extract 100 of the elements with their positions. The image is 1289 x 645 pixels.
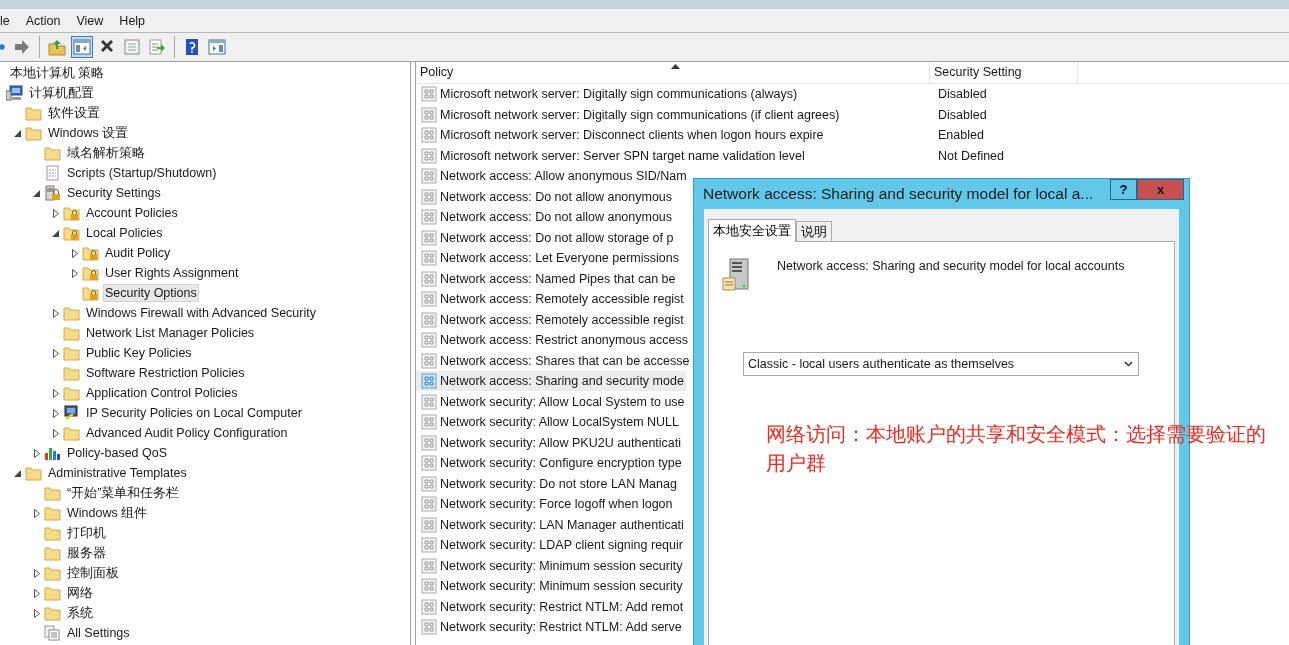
tree-item[interactable]: Audit Policy <box>103 244 173 262</box>
tree-item[interactable]: 域名解析策略 <box>65 142 147 164</box>
folder-icon <box>44 585 61 601</box>
table-row[interactable]: Network security: Do not store LAN Manag <box>416 473 679 494</box>
expand-icon[interactable] <box>52 428 61 438</box>
show-hide-tree-button[interactable] <box>71 36 93 58</box>
pane-icon <box>208 38 226 56</box>
settings-list-icon <box>44 625 61 641</box>
policy-icon <box>421 86 437 103</box>
expand-icon[interactable] <box>33 588 42 598</box>
tree-item[interactable]: Application Control Policies <box>84 384 240 402</box>
folder-icon <box>25 105 42 121</box>
table-row[interactable]: Network security: Minimum session security <box>416 555 685 576</box>
tree-item[interactable]: All Settings <box>65 624 132 642</box>
folder-icon <box>44 505 61 521</box>
expand-icon[interactable] <box>52 208 61 218</box>
collapse-icon[interactable] <box>14 468 23 478</box>
collapse-icon[interactable] <box>52 228 61 238</box>
tree-item[interactable]: IP Security Policies on Local Computer <box>84 404 304 422</box>
table-row[interactable]: Network security: Configure encryption type <box>416 453 684 474</box>
table-row[interactable]: Network access: Do not allow storage of p <box>416 227 676 248</box>
collapse-icon[interactable] <box>33 188 42 198</box>
table-row[interactable]: Network security: Restrict NTLM: Add remot <box>416 596 686 617</box>
table-row[interactable]: Microsoft network server: Digitally sign communications (always) <box>416 84 800 105</box>
expand-icon[interactable] <box>52 408 61 418</box>
expand-icon[interactable] <box>71 268 80 278</box>
tree-item[interactable]: Scripts (Startup/Shutdown) <box>65 164 219 182</box>
table-row[interactable]: Network security: Allow PKU2U authenticati <box>416 432 684 453</box>
expand-icon[interactable] <box>33 508 42 518</box>
tab[interactable]: 说明 <box>796 221 832 241</box>
table-row[interactable]: Microsoft network server: Server SPN target name validation level <box>416 145 807 166</box>
locked-folder-icon <box>63 205 80 221</box>
tree-root-item[interactable]: 本地计算机 策略 <box>8 62 107 84</box>
table-row[interactable]: Network access: Named Pipes that can be <box>416 268 678 289</box>
tree-item[interactable]: Public Key Policies <box>84 344 194 362</box>
tree-item[interactable]: Administrative Templates <box>46 464 189 482</box>
table-row[interactable]: Network access: Sharing and security mode <box>416 371 686 392</box>
close-button[interactable]: x <box>1137 179 1184 200</box>
table-row[interactable]: Network security: Minimum session security <box>416 576 685 597</box>
tree-item[interactable]: Windows 设置 <box>46 122 131 144</box>
table-row[interactable]: Network security: Allow LocalSystem NULL <box>416 412 681 433</box>
table-row[interactable]: Network security: Force logoff when logon <box>416 494 675 515</box>
collapse-icon[interactable] <box>14 128 23 138</box>
menu-item[interactable]: View <box>68 13 112 28</box>
tree-item[interactable]: Advanced Audit Policy Configuration <box>84 424 290 442</box>
menu-item[interactable]: Help <box>111 13 154 28</box>
expand-icon[interactable] <box>52 388 61 398</box>
tree-item[interactable]: Windows 组件 <box>65 502 150 524</box>
tree-item[interactable]: 系统 <box>65 602 95 624</box>
table-row[interactable]: Network access: Do not allow anonymous <box>416 207 675 228</box>
pane-icon <box>73 38 91 56</box>
expand-icon[interactable] <box>33 568 42 578</box>
table-row[interactable]: Network access: Allow anonymous SID/Nam <box>416 166 689 187</box>
table-row[interactable]: Network security: Allow Local System to use <box>416 391 687 412</box>
table-row[interactable]: Network access: Let Everyone permissions <box>416 248 681 269</box>
tree-item[interactable]: 网络 <box>65 582 95 604</box>
menu-item[interactable]: Action <box>17 13 69 28</box>
policy-icon <box>421 475 437 492</box>
table-row[interactable]: Network security: LDAP client signing requir <box>416 535 685 556</box>
menu-item[interactable]: le <box>0 13 18 28</box>
table-cell-text: Disabled <box>937 107 988 122</box>
tree-item[interactable]: Windows Firewall with Advanced Security <box>84 304 318 322</box>
table-row[interactable]: Network access: Shares that can be accesse <box>416 350 692 371</box>
table-row[interactable]: Network security: Restrict NTLM: Add serve <box>416 617 684 638</box>
help-button[interactable]: ? <box>1110 179 1137 200</box>
table-row[interactable]: Microsoft network server: Digitally sign communications (if client agrees) <box>416 104 842 125</box>
tree-item[interactable]: 打印机 <box>65 522 108 544</box>
table-row[interactable]: Network access: Restrict anonymous access <box>416 330 690 351</box>
expand-icon[interactable] <box>52 308 61 318</box>
tree-item[interactable]: Policy-based QoS <box>65 444 170 462</box>
expand-icon[interactable] <box>52 348 61 358</box>
tree-item[interactable]: Security Options <box>103 284 199 302</box>
table-row[interactable]: Microsoft network server: Disconnect clients when logon hours expire <box>416 125 826 146</box>
export-list-button[interactable] <box>146 36 168 58</box>
tree-item[interactable]: 控制面板 <box>65 562 121 584</box>
expand-icon[interactable] <box>33 448 42 458</box>
expand-icon[interactable] <box>33 608 42 618</box>
tree-item[interactable]: Software Restriction Policies <box>84 364 247 382</box>
tree-item[interactable]: User Rights Assignment <box>103 264 241 282</box>
tree-item[interactable]: Account Policies <box>84 204 180 222</box>
table-row[interactable]: Network security: LAN Manager authenticati <box>416 514 686 535</box>
tree-item[interactable]: Network List Manager Policies <box>84 324 257 342</box>
tab[interactable]: 本地安全设置 <box>708 219 796 242</box>
folder-up-icon <box>48 38 66 56</box>
show-hide-pane-button[interactable] <box>206 36 228 58</box>
table-row[interactable]: Network access: Remotely accessible regist <box>416 309 686 330</box>
tree-item[interactable]: 服务器 <box>65 542 108 564</box>
tree-item[interactable]: Security Settings <box>65 184 163 202</box>
dropdown[interactable]: Classic - local users authenticate as themselves <box>743 352 1139 376</box>
tree-item[interactable]: 软件设置 <box>46 102 102 124</box>
sort-ascending-icon <box>671 64 680 69</box>
folder-icon <box>63 305 80 321</box>
table-row[interactable]: Network access: Remotely accessible regist <box>416 289 686 310</box>
folder-icon <box>44 145 61 161</box>
tree-item[interactable]: Local Policies <box>84 224 165 242</box>
table-row[interactable]: Network access: Do not allow anonymous <box>416 186 675 207</box>
column-header[interactable]: Security Setting <box>930 62 1078 83</box>
expand-icon[interactable] <box>71 248 80 258</box>
tree-item[interactable]: 计算机配置 <box>27 82 96 104</box>
tree-item[interactable]: “开始”菜单和任务栏 <box>65 482 182 504</box>
